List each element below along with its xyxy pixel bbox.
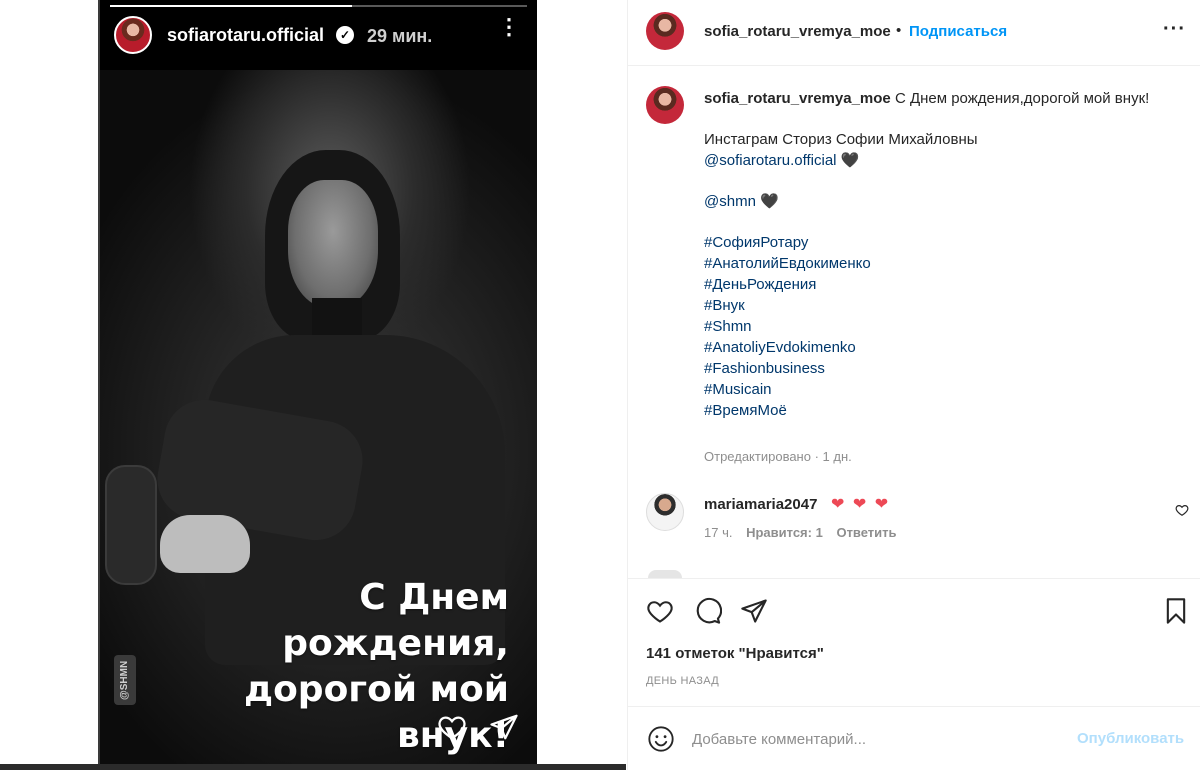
- comment-likes[interactable]: Нравится: 1: [746, 525, 823, 540]
- left-gutter: [0, 0, 100, 770]
- publish-button[interactable]: Опубликовать: [1077, 730, 1184, 747]
- hashtag-link[interactable]: #СофияРотару: [704, 232, 1174, 253]
- more-options-icon[interactable]: ···: [1163, 18, 1186, 41]
- story-avatar[interactable]: [114, 16, 152, 54]
- hashtag-link[interactable]: #Внук: [704, 295, 1174, 316]
- share-icon[interactable]: [740, 597, 768, 625]
- add-comment-section: Опубликовать: [628, 706, 1200, 770]
- story-caption-line: рождения,: [282, 623, 509, 664]
- like-heart-icon[interactable]: [646, 597, 674, 625]
- post-panel: sofia_rotaru_vremya_moe • Подписаться ··…: [627, 0, 1200, 770]
- story-watermark: @SHMN: [114, 655, 136, 705]
- hashtag-link[interactable]: #Fashionbusiness: [704, 358, 1174, 379]
- caption-username[interactable]: sofia_rotaru_vremya_moe: [704, 90, 891, 107]
- caption-text: С Днем рождения,дорогой мой внук!: [894, 90, 1150, 107]
- more-options-icon[interactable]: ⋮: [498, 16, 520, 38]
- face-shape: [288, 180, 378, 308]
- likes-count[interactable]: 141 отметок "Нравится": [646, 645, 824, 662]
- chair-shape: [105, 465, 157, 585]
- verified-badge-icon: ✓: [336, 26, 354, 44]
- avatar[interactable]: [646, 12, 684, 50]
- next-comment-avatar: [648, 570, 682, 578]
- edited-timestamp: Отредактировано · 1 дн.: [704, 449, 852, 464]
- story-panel[interactable]: sofiarotaru.official ✓ 29 мин. ⋮ @SHMN С…: [100, 0, 537, 770]
- hashtag-link[interactable]: #ДеньРождения: [704, 274, 1174, 295]
- comment-time: 17 ч.: [704, 525, 733, 540]
- commenter-username[interactable]: mariamaria2047: [704, 496, 817, 513]
- bookmark-icon[interactable]: [1162, 597, 1190, 625]
- story-caption-line: С Днем: [359, 577, 509, 618]
- emoji-icon[interactable]: [647, 725, 675, 753]
- post-date: ДЕНЬ НАЗАД: [646, 675, 719, 687]
- hashtag-link[interactable]: #Shmn: [704, 316, 1174, 337]
- reply-button[interactable]: Ответить: [836, 525, 896, 540]
- comment-meta: 17 ч. Нравится: 1 Ответить: [704, 525, 907, 540]
- story-username[interactable]: sofiarotaru.official: [167, 25, 324, 46]
- hashtag-link[interactable]: #АнатолийЕвдокименко: [704, 253, 1174, 274]
- hashtag-link[interactable]: #ВремяМоё: [704, 400, 1174, 421]
- post-caption: sofia_rotaru_vremya_moe С Днем рождения,…: [704, 88, 1174, 421]
- hashtag-link[interactable]: #AnatoliyEvdokimenko: [704, 337, 1174, 358]
- story-time: 29 мин.: [367, 26, 433, 46]
- post-actions: 141 отметок "Нравится" ДЕНЬ НАЗАД: [628, 578, 1200, 706]
- story-progress-bar: [110, 5, 527, 7]
- heart-icon[interactable]: [436, 712, 468, 742]
- follow-button[interactable]: Подписаться: [909, 23, 1007, 40]
- comment-input[interactable]: [692, 727, 1052, 751]
- black-heart-icon: 🖤: [840, 152, 860, 169]
- hand-shape: [160, 515, 250, 573]
- post-header: sofia_rotaru_vremya_moe • Подписаться ··…: [628, 0, 1200, 66]
- caption-avatar[interactable]: [646, 86, 684, 124]
- story-caption-line: дорогой мой: [244, 669, 509, 710]
- commenter-avatar[interactable]: [646, 493, 684, 531]
- hashtag-link[interactable]: #Musicain: [704, 379, 1174, 400]
- post-author-username[interactable]: sofia_rotaru_vremya_moe: [704, 23, 891, 40]
- send-icon[interactable]: [488, 712, 520, 742]
- story-header: sofiarotaru.official ✓ 29 мин. ⋮: [100, 0, 537, 70]
- caption-line: Инстаграм Сториз Софии Михайловны: [704, 131, 978, 148]
- comment-icon[interactable]: [694, 597, 722, 625]
- separator-dot: •: [896, 22, 902, 39]
- mention-link[interactable]: @shmn: [704, 193, 756, 210]
- mention-link[interactable]: @sofiarotaru.official: [704, 152, 837, 169]
- comment-text: ❤ ❤ ❤: [831, 496, 891, 513]
- story-progress-fill: [110, 5, 352, 7]
- bottom-strip: [0, 764, 626, 770]
- comment-heart-icon[interactable]: [1175, 503, 1189, 517]
- black-heart-icon: 🖤: [760, 193, 779, 210]
